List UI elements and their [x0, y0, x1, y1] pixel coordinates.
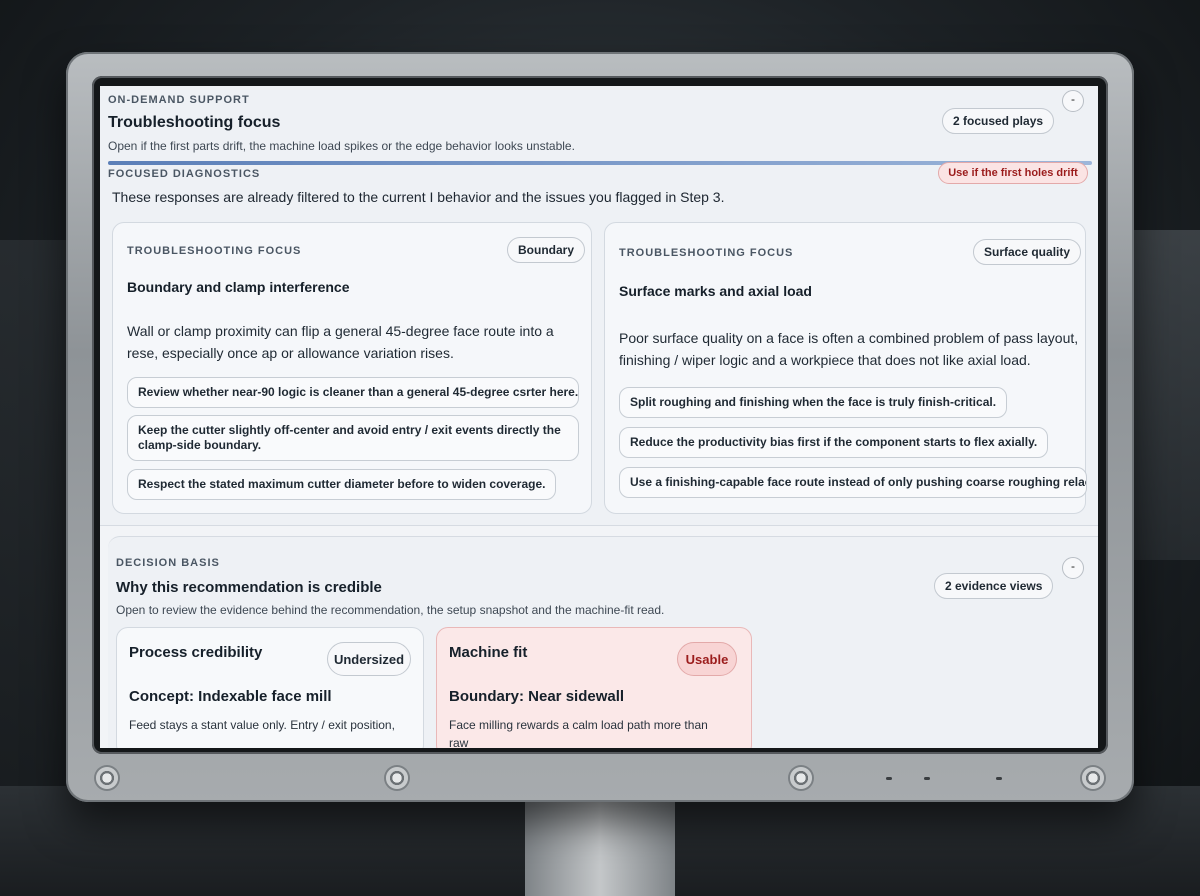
card-eyebrow: TROUBLESHOOTING FOCUS [127, 245, 302, 257]
background-shelf [1130, 230, 1200, 560]
card-tag: Boundary [507, 237, 586, 263]
monitor-bezel: ON-DEMAND SUPPORT Troubleshooting focus … [92, 76, 1108, 754]
background-pegboard [0, 240, 70, 800]
troubleshooting-panel: ON-DEMAND SUPPORT Troubleshooting focus … [100, 86, 1098, 526]
indicator-light [996, 777, 1002, 780]
action-item[interactable]: Keep the cutter slightly off-center and … [127, 415, 579, 461]
troubleshooting-card-boundary: TROUBLESHOOTING FOCUS Boundary Boundary … [112, 222, 592, 514]
card-eyebrow: TROUBLESHOOTING FOCUS [619, 247, 794, 259]
action-item[interactable]: Review whether near-90 logic is cleaner … [127, 377, 579, 408]
focused-plays-badge: 2 focused plays [942, 108, 1055, 134]
bezel-screw [1082, 767, 1104, 789]
card-tag: Surface quality [973, 239, 1082, 265]
section-subtitle: Open to review the evidence behind the r… [116, 603, 665, 617]
action-item[interactable]: Reduce the productivity bias first if th… [619, 427, 1049, 458]
card-body: Poor surface quality on a face is often … [619, 330, 1079, 368]
evidence-text: Face milling rewards a calm load path mo… [449, 718, 708, 748]
evidence-views-badge: 2 evidence views [934, 573, 1054, 599]
section-eyebrow: ON-DEMAND SUPPORT [108, 94, 250, 106]
action-item[interactable]: Split roughing and finishing when the fa… [619, 387, 1008, 418]
card-title: Surface marks and axial load [619, 283, 812, 299]
action-item[interactable]: Respect the stated maximum cutter diamet… [127, 469, 557, 500]
card-title: Boundary and clamp interference [127, 279, 350, 295]
evidence-title: Process credibility [129, 644, 263, 661]
evidence-title: Machine fit [449, 644, 528, 661]
diagnostics-description: These responses are already filtered to … [112, 189, 725, 205]
diagnostics-eyebrow: FOCUSED DIAGNOSTICS [108, 168, 261, 180]
card-body: Wall or clamp proximity can flip a gener… [127, 323, 554, 361]
screen: ON-DEMAND SUPPORT Troubleshooting focus … [100, 86, 1098, 748]
indicator-light [886, 777, 892, 780]
decision-basis-panel: DECISION BASIS Why this recommendation i… [108, 536, 1098, 748]
evidence-card-process[interactable]: Process credibility Undersized Concept: … [116, 627, 424, 748]
section-subtitle: Open if the first parts drift, the machi… [108, 139, 575, 153]
section-title: Why this recommendation is credible [116, 579, 382, 596]
indicator-light [924, 777, 930, 780]
monitor-frame: ON-DEMAND SUPPORT Troubleshooting focus … [66, 52, 1134, 802]
collapse-toggle-button[interactable]: - [1062, 90, 1084, 112]
evidence-card-machine-fit[interactable]: Machine fit Usable Boundary: Near sidewa… [436, 627, 752, 748]
evidence-badge: Undersized [327, 642, 411, 676]
evidence-badge: Usable [677, 642, 737, 676]
bezel-screw [790, 767, 812, 789]
monitor-stand [525, 802, 675, 896]
drift-warning-badge: Use if the first holes drift [938, 162, 1088, 184]
bezel-screw [386, 767, 408, 789]
section-eyebrow: DECISION BASIS [116, 557, 220, 569]
evidence-text: Feed stays a stant value only. Entry / e… [129, 718, 395, 732]
evidence-heading: Concept: Indexable face mill [129, 688, 332, 705]
action-item[interactable]: Use a finishing-capable face route inste… [619, 467, 1087, 498]
evidence-heading: Boundary: Near sidewall [449, 688, 625, 705]
bezel-screw [96, 767, 118, 789]
troubleshooting-card-surface: TROUBLESHOOTING FOCUS Surface quality Su… [604, 222, 1087, 514]
section-title: Troubleshooting focus [108, 114, 281, 131]
collapse-toggle-button[interactable]: - [1062, 557, 1084, 579]
